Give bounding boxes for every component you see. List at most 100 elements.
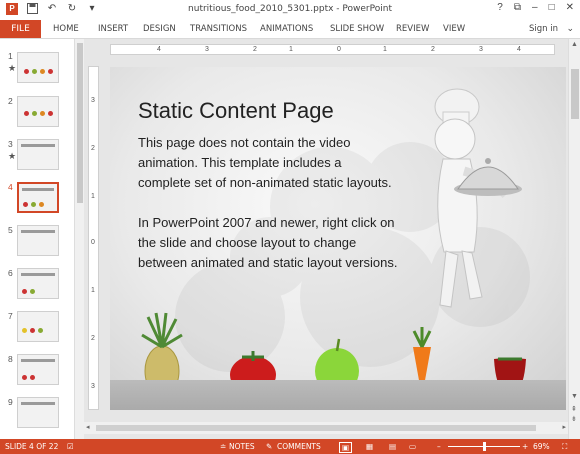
fruit-icons [22, 375, 35, 380]
thumbnail-number: 1 [8, 51, 13, 61]
thumbnail-number: 8 [8, 354, 13, 364]
window-title: nutritious_food_2010_5301.pptx - PowerPo… [188, 4, 392, 14]
sign-in-link[interactable]: Sign in [529, 24, 558, 34]
text-line: animation. This template includes a [138, 155, 342, 170]
slide-paragraph-2[interactable]: In PowerPoint 2007 and newer, right clic… [138, 213, 397, 273]
spelling-icon[interactable]: ☑ [67, 442, 74, 451]
tab-review[interactable]: REVIEW [396, 24, 429, 34]
tab-file[interactable]: FILE [0, 20, 41, 38]
horizontal-scrollbar[interactable]: ◂ ▸ [84, 422, 568, 434]
notes-icon[interactable]: ≐ [220, 442, 226, 451]
ruler-tick-label: 4 [157, 46, 161, 53]
ribbon-display-icon[interactable]: ⧉ [514, 2, 521, 13]
ruler-tick-label: 3 [479, 46, 483, 53]
zoom-in-icon[interactable]: + [522, 442, 528, 451]
vertical-ruler: 3 2 1 0 1 2 3 [88, 66, 99, 410]
fit-to-window-icon[interactable]: ⛶ [562, 442, 567, 452]
expand-ribbon-icon[interactable]: ⌄ [566, 24, 574, 34]
close-icon[interactable]: ✕ [566, 2, 574, 13]
scroll-right-icon[interactable]: ▸ [562, 423, 566, 431]
thumbnail-number: 2 [8, 96, 13, 106]
comments-button[interactable]: COMMENTS [277, 442, 321, 451]
slide-show-icon[interactable]: ▭ [409, 442, 416, 451]
ruler-tick-label: 3 [91, 383, 95, 390]
ruler-tick-label: 3 [205, 46, 209, 53]
fruit-icons [23, 202, 44, 207]
slide-thumbnail-8[interactable] [17, 354, 59, 385]
tab-view[interactable]: VIEW [443, 24, 465, 34]
normal-view-icon[interactable]: ▣ [339, 442, 353, 453]
ruler-tick-label: 0 [337, 46, 341, 53]
previous-slide-icon[interactable]: ⇞ [571, 405, 577, 413]
slide-thumbnail-2[interactable] [17, 96, 59, 127]
scrollbar-thumb[interactable] [77, 43, 83, 203]
next-slide-icon[interactable]: ⇟ [571, 415, 577, 423]
help-icon[interactable]: ? [497, 2, 503, 13]
scroll-left-icon[interactable]: ◂ [86, 423, 90, 431]
slide-thumbnail-3[interactable] [17, 139, 59, 170]
zoom-level[interactable]: 69% [533, 442, 550, 451]
thumbnail-text [21, 359, 55, 362]
comments-icon[interactable]: ✎ [266, 442, 272, 451]
ruler-tick-label: 1 [289, 46, 293, 53]
thumbnail-text [21, 273, 55, 276]
thumbnail-number: 3 [8, 139, 13, 149]
zoom-out-icon[interactable]: – [437, 442, 441, 451]
animation-star-icon: ★ [8, 151, 17, 161]
thumbnail-number: 6 [8, 268, 13, 278]
text-line: This page does not contain the video [138, 135, 351, 150]
thumbnail-scrollbar[interactable] [74, 39, 84, 439]
maximize-icon[interactable]: □ [549, 2, 555, 13]
thumbnail-text [21, 230, 55, 233]
slide-sorter-icon[interactable]: ▦ [366, 442, 373, 451]
text-line: In PowerPoint 2007 and newer, right clic… [138, 215, 395, 230]
tab-transitions[interactable]: TRANSITIONS [190, 24, 247, 34]
thumbnail-number: 5 [8, 225, 13, 235]
title-bar: P ↶ ↻ ▾ nutritious_food_2010_5301.pptx -… [0, 0, 580, 20]
ruler-tick-label: 2 [91, 335, 95, 342]
tab-insert[interactable]: INSERT [98, 24, 128, 34]
tab-design[interactable]: DESIGN [143, 24, 176, 34]
ruler-tick-label: 2 [253, 46, 257, 53]
fruit-icons [24, 69, 53, 74]
status-bar: SLIDE 4 OF 22 ☑ ≐ NOTES ✎ COMMENTS ▣ ▦ ▤… [0, 439, 580, 454]
slide-thumbnail-1[interactable] [17, 52, 59, 83]
scroll-down-icon[interactable]: ▼ [571, 393, 578, 400]
thumbnail-number: 9 [8, 397, 13, 407]
slide-thumbnail-5[interactable] [17, 225, 59, 256]
reading-view-icon[interactable]: ▤ [389, 442, 396, 451]
window-controls: ? ⧉ – □ ✕ [497, 2, 574, 13]
slide-thumbnail-panel: 1 ★ 2 3 ★ 4 5 6 7 8 9 [0, 39, 74, 439]
ruler-tick-label: 1 [91, 287, 95, 294]
thumbnail-number: 4 [8, 182, 13, 192]
slide-canvas[interactable]: Static Content Page This page does not c… [110, 67, 566, 410]
slide-thumbnail-4-selected[interactable] [17, 182, 59, 213]
tab-home[interactable]: HOME [53, 24, 79, 34]
scrollbar-thumb[interactable] [96, 425, 536, 431]
scrollbar-thumb[interactable] [571, 69, 579, 119]
fruit-icons [22, 328, 43, 333]
scroll-up-icon[interactable]: ▲ [571, 41, 578, 48]
ruler-tick-label: 4 [517, 46, 521, 53]
thumbnail-number: 7 [8, 311, 13, 321]
slide-paragraph-1[interactable]: This page does not contain the video ani… [138, 133, 392, 193]
slide-thumbnail-9[interactable] [17, 397, 59, 428]
ruler-tick-label: 2 [91, 145, 95, 152]
zoom-slider-handle[interactable] [483, 442, 486, 451]
thumbnail-text [21, 402, 55, 405]
vertical-scrollbar[interactable]: ▲ ▼ ⇞ ⇟ [568, 39, 580, 439]
slide-count: SLIDE 4 OF 22 [5, 442, 59, 451]
slide-thumbnail-6[interactable] [17, 268, 59, 299]
text-line: the slide and choose layout to change [138, 235, 357, 250]
slide-title[interactable]: Static Content Page [138, 98, 334, 124]
slide-thumbnail-7[interactable] [17, 311, 59, 342]
thumbnail-text [21, 144, 55, 147]
minimize-icon[interactable]: – [532, 2, 538, 13]
notes-button[interactable]: NOTES [229, 442, 255, 451]
tab-slide-show[interactable]: SLIDE SHOW [330, 24, 384, 34]
ruler-tick-label: 1 [91, 193, 95, 200]
tab-animations[interactable]: ANIMATIONS [260, 24, 313, 34]
fruit-icons [24, 111, 53, 116]
thumbnail-text [22, 188, 54, 191]
ruler-tick-label: 2 [431, 46, 435, 53]
